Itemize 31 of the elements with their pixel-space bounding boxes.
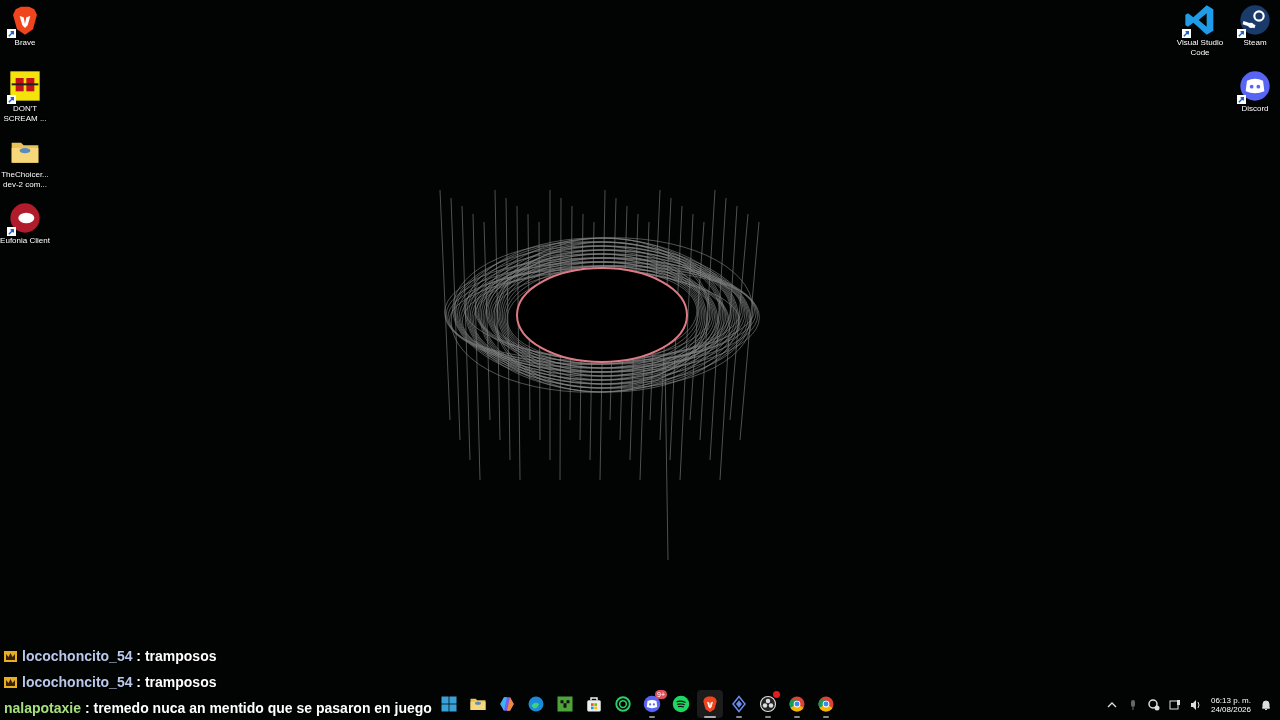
desktop-icon-label[interactable]: Discord <box>1241 104 1269 114</box>
shopping-bag-icon <box>585 695 603 713</box>
chrome-logo-icon <box>788 695 806 713</box>
chrome-logo-icon <box>817 695 835 713</box>
discord-logo-icon <box>1239 70 1271 102</box>
taskbar-app-button[interactable] <box>697 690 723 718</box>
windows-start-icon <box>440 695 458 713</box>
desktop-icon-label[interactable]: TheChoicer... dev-2 com... <box>0 170 50 190</box>
desktop-icon-label[interactable]: Eufonia Client <box>0 236 50 246</box>
desktop-icon-label[interactable]: Steam <box>1243 38 1267 48</box>
desktop-shortcut[interactable] <box>1184 4 1216 36</box>
monitor-icon[interactable] <box>1168 699 1181 711</box>
gear-plus-icon[interactable] <box>1147 699 1160 711</box>
chat-message: locochoncito_54 : tramposos <box>22 674 217 690</box>
creeper-face-icon <box>556 695 574 713</box>
record-circle-icon <box>759 695 777 713</box>
ring-logo-icon <box>614 695 632 713</box>
chat-message: locochoncito_54 : tramposos <box>22 648 217 664</box>
diamond-icon <box>730 695 748 713</box>
discord-logo-icon <box>643 695 661 713</box>
volume-icon[interactable] <box>1189 699 1202 711</box>
desktop-shortcut[interactable] <box>1239 70 1271 102</box>
desktop-icon-label[interactable]: DON'T SCREAM ... <box>0 104 50 124</box>
clock[interactable]: 06:13 p. m. 24/08/2026 <box>1210 696 1251 714</box>
code-editor-icon <box>1184 4 1216 36</box>
chat-message: nalapotaxie : tremedo nuca an mentido que se pasaron en juego <box>4 700 432 716</box>
desktop-icon-label[interactable]: Visual Studio Code <box>1170 38 1230 58</box>
desktop-icon-label[interactable]: Brave <box>14 38 36 48</box>
bell-icon[interactable] <box>1260 699 1272 711</box>
browser-wave-icon <box>527 695 545 713</box>
spotify-logo-icon <box>672 695 690 713</box>
